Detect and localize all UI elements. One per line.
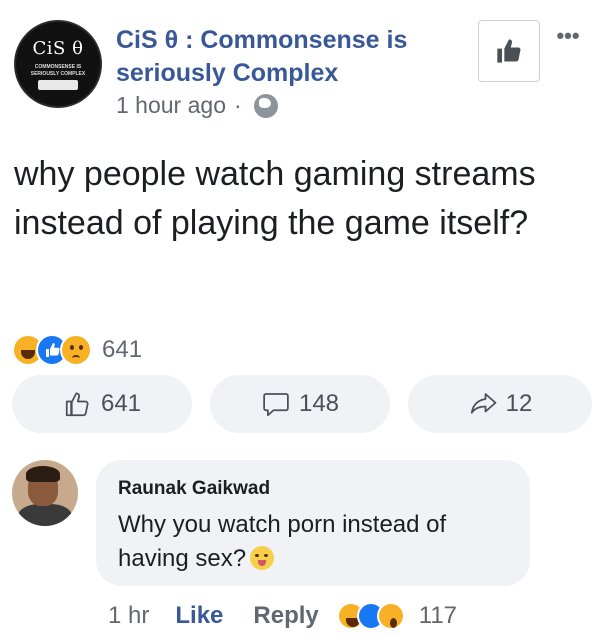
- thumbs-up-icon: [497, 39, 521, 63]
- post-time[interactable]: 1 hour ago: [116, 92, 226, 119]
- more-options-button[interactable]: •••: [548, 25, 588, 50]
- comment-reaction-count: 117: [418, 602, 458, 629]
- like-button[interactable]: 641: [12, 375, 192, 433]
- reactions-summary[interactable]: 641: [12, 332, 142, 368]
- post-header: CiS θ COMMONSENSE IS SERIOUSLY COMPLEX C…: [0, 0, 600, 130]
- globe-icon: [253, 93, 278, 118]
- comment-like-button[interactable]: Like: [175, 602, 223, 630]
- reaction-count: 641: [102, 336, 143, 363]
- post-text: why people watch gaming streams instead …: [14, 155, 536, 242]
- comment-count: 148: [298, 390, 340, 417]
- comment-reply-button[interactable]: Reply: [253, 602, 318, 630]
- wow-reaction-icon: [376, 602, 405, 630]
- like-page-button[interactable]: [478, 20, 540, 82]
- sad-reaction-icon: [60, 334, 92, 366]
- comment-text: Why you watch porn instead of having sex…: [118, 508, 518, 576]
- share-arrow-icon: [470, 393, 497, 414]
- page-logo-subtext: COMMONSENSE IS SERIOUSLY COMPLEX: [30, 64, 86, 77]
- page-name-link[interactable]: CiS θ : Commonsense is seriously Complex: [116, 24, 456, 90]
- comment-bubble-icon: [263, 393, 289, 417]
- share-count: 12: [505, 390, 533, 417]
- post-meta: 1 hour ago ·: [116, 92, 278, 119]
- page-avatar[interactable]: CiS θ COMMONSENSE IS SERIOUSLY COMPLEX: [14, 20, 102, 108]
- comment-time[interactable]: 1 hr: [108, 602, 149, 630]
- page-logo-band: [38, 80, 78, 90]
- share-button[interactable]: 12: [408, 375, 592, 433]
- like-count: 641: [100, 390, 142, 417]
- commenter-name[interactable]: Raunak Gaikwad: [118, 478, 270, 500]
- comment-actions: 1 hr Like Reply 117: [108, 598, 457, 634]
- grimace-emoji-icon: [250, 546, 275, 570]
- comment-bubble: Raunak Gaikwad Why you watch porn instea…: [96, 460, 530, 586]
- thumbs-up-outline-icon: [65, 392, 89, 417]
- comment: Raunak Gaikwad Why you watch porn instea…: [12, 460, 592, 590]
- commenter-avatar[interactable]: [12, 460, 78, 526]
- comment-reactions[interactable]: 117: [336, 602, 458, 630]
- comment-button[interactable]: 148: [210, 375, 390, 433]
- page-logo-text: CiS θ: [32, 38, 84, 59]
- action-bar: 641 148 12: [12, 375, 592, 433]
- comment-text-body: Why you watch porn instead of having sex…: [118, 511, 447, 572]
- meta-separator: ·: [233, 92, 242, 118]
